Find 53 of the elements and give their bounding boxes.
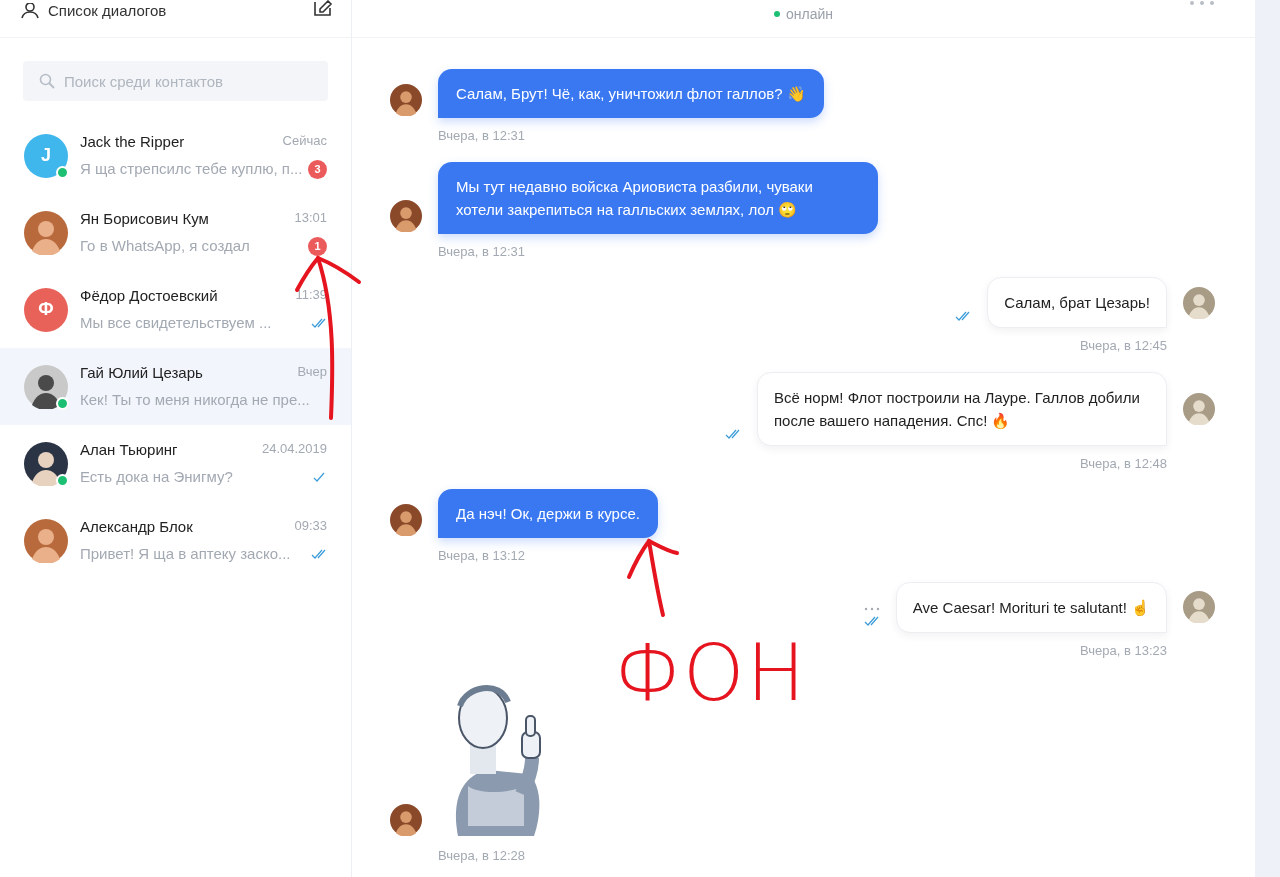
compose-icon[interactable] — [313, 0, 333, 16]
message-bubble: Мы тут недавно войска Ариовиста разбили, чуваки хотели закрепиться на галльских землях, лол 🙄 — [438, 161, 878, 234]
message-bubble: Ave Caesar! Morituri te salutant! ☝ — [895, 581, 1167, 633]
handwritten-note: ФОН — [614, 634, 808, 712]
more-dots-icon[interactable] — [863, 606, 880, 611]
panel-title: Список диалогов — [48, 1, 167, 21]
avatar: J — [24, 133, 68, 178]
timestamp: 09:33 — [294, 516, 327, 535]
avatar — [1183, 286, 1215, 319]
message-preview: Привет! Я ща в аптеку заско... — [80, 544, 291, 564]
message-bubble: Салам, брат Цезарь! — [987, 277, 1167, 328]
avatar — [1183, 392, 1215, 425]
avatar — [24, 364, 68, 409]
avatar — [390, 199, 422, 232]
avatar — [24, 441, 68, 486]
message-preview: Есть дока на Энигму? — [80, 467, 233, 487]
unread-badge: 1 — [308, 236, 327, 256]
message-bubble: Всё норм! Флот построили на Лауре. Галлов добили после вашего нападения. Спс! 🔥 — [757, 371, 1167, 446]
message-bubble: Да нэч! Ок, держи в курсе. — [438, 489, 658, 538]
timestamp: 13:01 — [294, 208, 327, 227]
message-time: Вчера, в 12:28 — [438, 847, 526, 865]
avatar — [1183, 591, 1215, 623]
message-time: Вчера, в 12:48 — [1080, 454, 1167, 473]
contacts-icon[interactable] — [20, 3, 40, 20]
unread-badge: 3 — [308, 159, 327, 179]
message-time: Вчера, в 12:31 — [438, 242, 526, 261]
avatar — [24, 518, 68, 563]
message-preview: Мы все свидетельствуем ... — [80, 313, 272, 333]
avatar — [390, 804, 422, 836]
contact-name: Ян Борисович Кум — [80, 208, 209, 229]
avatar — [390, 84, 422, 116]
message-time: Вчера, в 13:12 — [438, 547, 526, 565]
search-field[interactable]: Поиск среди контактов — [23, 61, 328, 101]
message-preview: Го в WhatsApp, я создал — [80, 236, 250, 256]
contact-name: Александр Блок — [80, 516, 193, 537]
message-preview: Я ща стрепсилс тебе куплю, п... — [80, 159, 303, 179]
contact-name: Алан Тьюринг — [80, 439, 178, 460]
dialog-item[interactable]: Гай Юлий Цезарь Вчер Кек! Ты то меня никогда не пре... — [0, 348, 351, 425]
avatar — [390, 504, 422, 536]
avatar — [24, 210, 68, 255]
timestamp: Сейчас — [282, 131, 327, 150]
presence-status: онлайн — [786, 4, 833, 24]
contact-name: Фёдор Достоевский — [80, 285, 218, 306]
contact-name: Jack the Ripper — [80, 131, 185, 152]
avatar: Ф — [24, 287, 68, 332]
message-time: Вчера, в 12:45 — [1080, 337, 1167, 355]
message-time: Вчера, в 12:31 — [438, 127, 526, 145]
timestamp: 24.04.2019 — [261, 439, 327, 458]
message-bubble: Салам, Брут! Чё, как, уничтожил флот галлов? 👋 — [438, 69, 824, 118]
message-time: Вчера, в 13:23 — [1080, 641, 1167, 660]
message-preview: Кек! Ты то меня никогда не пре... — [80, 390, 310, 410]
timestamp: Вчер — [297, 362, 327, 381]
contact-name: Гай Юлий Цезарь — [80, 362, 203, 383]
